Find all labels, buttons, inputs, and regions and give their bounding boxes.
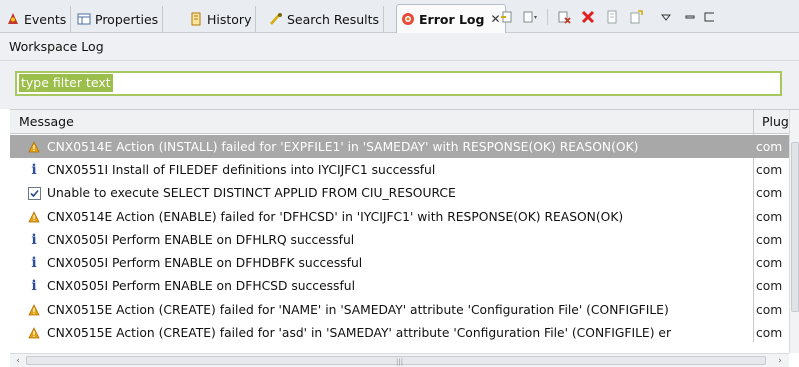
- view-title: Workspace Log: [0, 33, 799, 61]
- row-message: CNX0551I Install of FILEDEF definitions …: [47, 162, 436, 177]
- export-log-icon[interactable]: [497, 7, 517, 27]
- open-log-icon[interactable]: [602, 7, 622, 27]
- maximize-icon[interactable]: [704, 7, 714, 27]
- filter-input[interactable]: type filter text: [15, 71, 782, 96]
- table-row[interactable]: i CNX0505I Perform ENABLE on DFHLRQ succe…: [10, 228, 789, 251]
- row-message: CNX0505I Perform ENABLE on DFHLRQ succes…: [47, 232, 355, 247]
- table-row[interactable]: CNX0515E Action (CREATE) failed for 'NAM…: [10, 298, 789, 321]
- tab-history[interactable]: History: [185, 6, 257, 32]
- view-menu-icon[interactable]: [656, 7, 676, 27]
- info-icon: i: [31, 231, 37, 248]
- tab-search-results[interactable]: Search Results: [265, 6, 385, 32]
- row-message: CNX0515E Action (CREATE) failed for 'NAM…: [47, 302, 669, 317]
- row-message: CNX0515E Action (CREATE) failed for 'asd…: [47, 326, 672, 341]
- tab-label: Error Log: [419, 11, 485, 27]
- toolbar-separator: [547, 9, 548, 25]
- tab-label: History: [207, 11, 252, 27]
- tab-error-log[interactable]: Error Log ✕: [396, 4, 506, 33]
- table-row[interactable]: CNX0514E Action (ENABLE) failed for 'DFH…: [10, 205, 789, 228]
- row-plugin: com: [756, 139, 783, 154]
- tab-label: Events: [24, 11, 67, 27]
- horizontal-scroll-thumb[interactable]: |||: [26, 356, 766, 366]
- filter-area: type filter text: [0, 61, 799, 109]
- vertical-scroll-thumb[interactable]: [791, 142, 799, 312]
- table-row[interactable]: CNX0515E Action (CREATE) failed for 'asd…: [10, 321, 789, 344]
- table-row[interactable]: Unable to execute SELECT DISTINCT APPLID…: [10, 182, 789, 205]
- properties-icon: [76, 11, 92, 27]
- info-icon: i: [31, 255, 37, 272]
- row-plugin: com: [756, 209, 783, 224]
- table-row[interactable]: i CNX0505I Perform ENABLE on DFHDBFK succ…: [10, 251, 789, 274]
- table-body: CNX0514E Action (INSTALL) failed for 'EX…: [10, 135, 789, 345]
- scroll-left-icon[interactable]: ‹: [12, 355, 24, 367]
- tab-properties[interactable]: Properties: [73, 6, 164, 32]
- horizontal-scrollbar[interactable]: ‹ ||| ›: [10, 353, 789, 367]
- events-icon: [5, 11, 21, 27]
- tab-label: Search Results: [287, 11, 380, 27]
- row-plugin: com: [756, 162, 783, 177]
- warning-icon: [26, 139, 42, 155]
- info-icon: i: [31, 161, 37, 178]
- row-message: CNX0514E Action (INSTALL) failed for 'EX…: [47, 139, 639, 154]
- view-toolbar: [497, 6, 714, 28]
- warning-icon: [26, 302, 42, 318]
- row-message: CNX0505I Perform ENABLE on DFHCSD succes…: [47, 279, 355, 294]
- row-message: CNX0505I Perform ENABLE on DFHDBFK succe…: [47, 256, 363, 271]
- table-header: Message Plug: [10, 110, 799, 134]
- warning-icon: [26, 209, 42, 225]
- check-icon: [26, 185, 42, 201]
- column-header-message[interactable]: Message: [19, 114, 74, 129]
- delete-log-icon[interactable]: [578, 7, 598, 27]
- row-message: CNX0514E Action (ENABLE) failed for 'DFH…: [47, 209, 624, 224]
- row-plugin: com: [756, 326, 783, 341]
- restore-log-icon[interactable]: [626, 7, 646, 27]
- info-icon: i: [31, 278, 37, 295]
- clear-log-icon[interactable]: [554, 7, 574, 27]
- import-log-icon[interactable]: [521, 7, 541, 27]
- log-table: Message Plug CNX0514E Action (INSTALL) f…: [10, 109, 799, 367]
- history-icon: [188, 11, 204, 27]
- row-plugin: com: [756, 302, 783, 317]
- column-header-plugin[interactable]: Plug: [762, 114, 789, 129]
- row-plugin: com: [756, 232, 783, 247]
- scroll-right-icon[interactable]: ›: [774, 355, 786, 367]
- tab-events[interactable]: Events: [2, 6, 72, 32]
- vertical-scrollbar[interactable]: [789, 110, 799, 353]
- minimize-icon[interactable]: [680, 7, 700, 27]
- table-row[interactable]: i CNX0551I Install of FILEDEF definitions…: [10, 158, 789, 181]
- row-plugin: com: [756, 186, 783, 201]
- search-results-icon: [268, 11, 284, 27]
- row-plugin: com: [756, 279, 783, 294]
- error-log-icon: [400, 11, 416, 27]
- table-row[interactable]: i CNX0505I Perform ENABLE on DFHCSD succe…: [10, 275, 789, 298]
- table-row[interactable]: CNX0514E Action (INSTALL) failed for 'EX…: [10, 135, 789, 159]
- warning-icon: [26, 325, 42, 341]
- tab-label: Properties: [95, 11, 159, 27]
- view-tab-bar: Events Properties History Search Results…: [0, 0, 799, 33]
- row-message: Unable to execute SELECT DISTINCT APPLID…: [47, 186, 456, 201]
- row-plugin: com: [756, 256, 783, 271]
- filter-text: type filter text: [19, 74, 113, 92]
